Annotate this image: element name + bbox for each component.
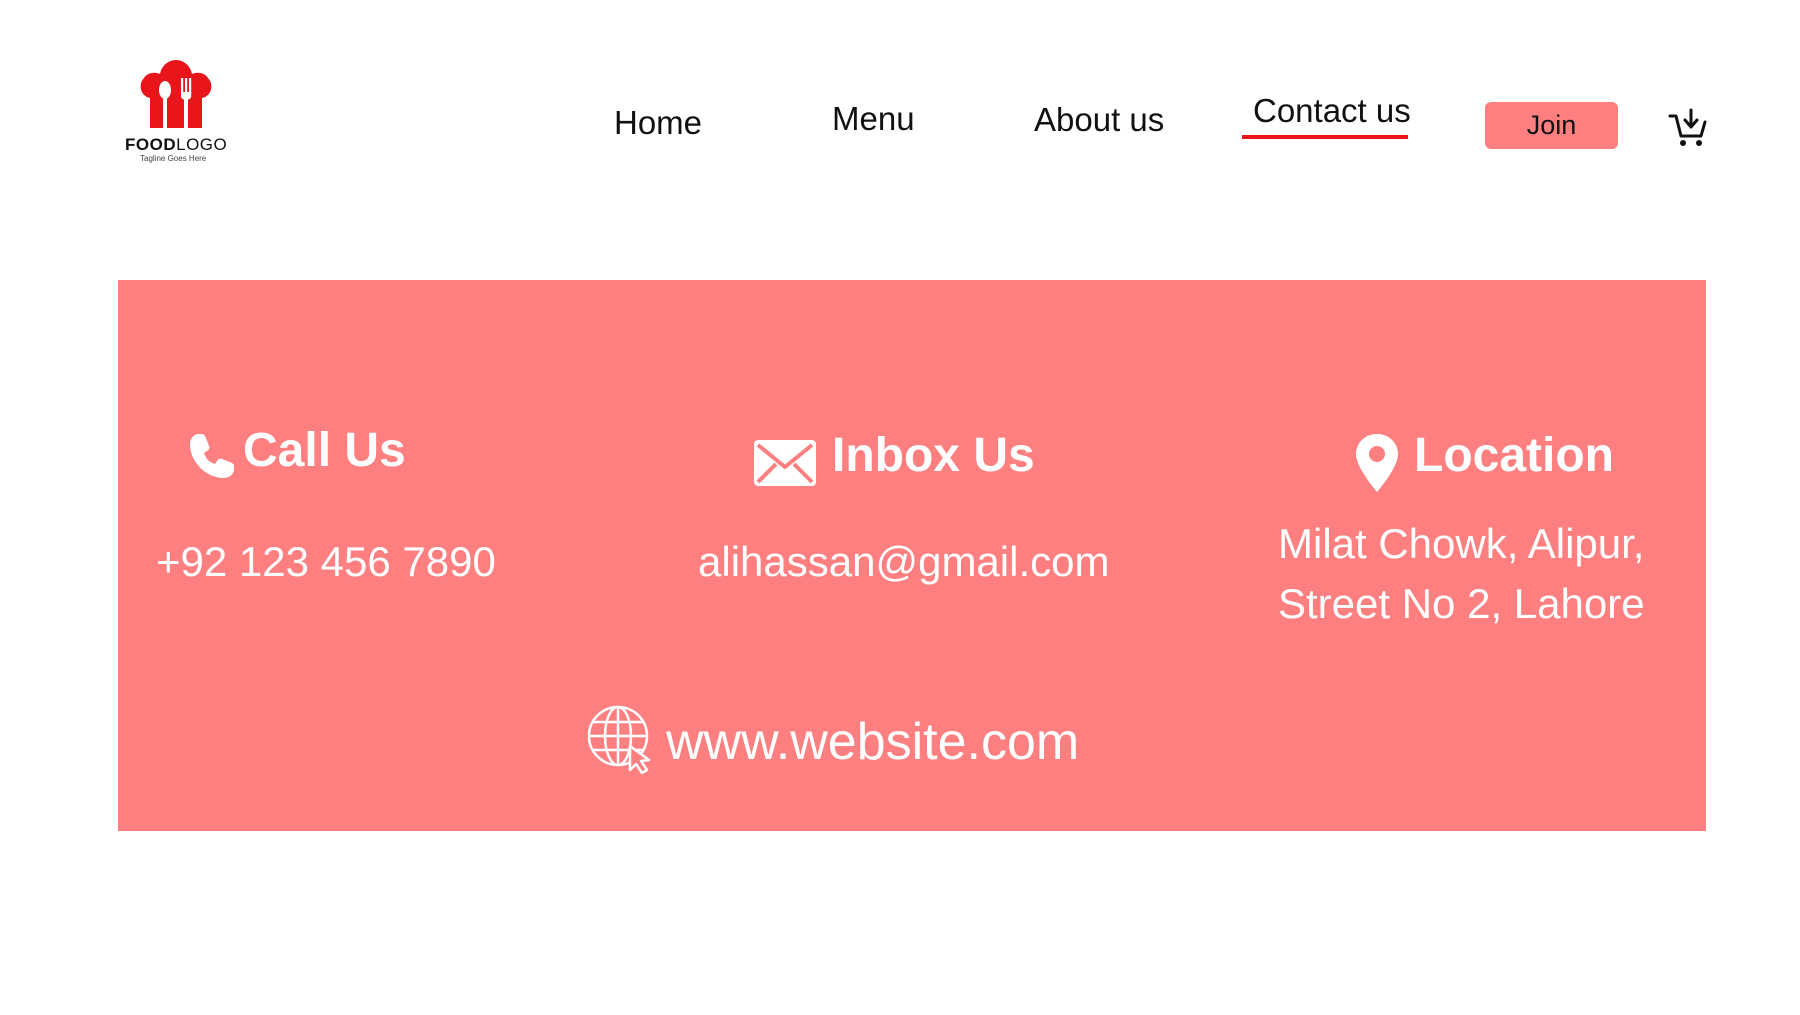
phone-number[interactable]: +92 123 456 7890 <box>156 538 496 586</box>
logo[interactable]: FOODLOGO Tagline Goes Here <box>118 58 238 168</box>
chef-hat-logo-icon <box>140 60 212 128</box>
map-pin-icon <box>1354 432 1400 494</box>
cart-add-icon[interactable] <box>1668 108 1708 148</box>
website-link[interactable]: www.website.com <box>666 712 1079 772</box>
address: Milat Chowk, Alipur, Street No 2, Lahore <box>1278 514 1645 634</box>
call-us-heading: Call Us <box>243 424 406 477</box>
mail-icon <box>754 440 816 486</box>
globe-icon <box>586 704 656 775</box>
page: FOODLOGO Tagline Goes Here Home Menu Abo… <box>0 0 1800 1015</box>
inbox-us-heading: Inbox Us <box>832 429 1035 482</box>
email-address[interactable]: alihassan@gmail.com <box>698 538 1109 586</box>
nav-active-underline <box>1242 135 1408 139</box>
nav-home[interactable]: Home <box>614 104 702 142</box>
join-button[interactable]: Join <box>1485 102 1618 149</box>
nav-menu[interactable]: Menu <box>832 100 915 138</box>
logo-brand-light: LOGO <box>176 135 228 154</box>
nav-about-us[interactable]: About us <box>1034 101 1164 139</box>
nav-contact-us[interactable]: Contact us <box>1253 92 1411 130</box>
address-line-2: Street No 2, Lahore <box>1278 580 1645 627</box>
logo-text: FOODLOGO <box>125 135 227 155</box>
logo-brand-bold: FOOD <box>125 135 177 154</box>
location-heading: Location <box>1414 429 1614 482</box>
phone-icon <box>186 430 238 482</box>
logo-tagline: Tagline Goes Here <box>140 154 207 163</box>
address-line-1: Milat Chowk, Alipur, <box>1278 520 1645 567</box>
